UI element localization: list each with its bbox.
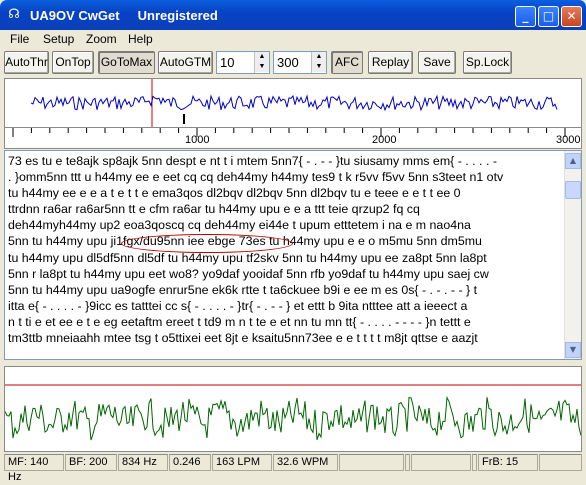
window-title: UA9OV CwGet Unregistered [30,8,218,23]
autothr-button[interactable]: AutoThr [4,51,49,74]
status-empty-2 [405,454,410,471]
spin-up-icon[interactable]: ▲ [255,52,269,62]
replay-button[interactable]: Replay [368,51,413,74]
threshold-value[interactable]: 10 [220,55,234,70]
status-freq: 834 Hz [118,454,168,471]
scroll-down-icon[interactable]: ▼ [565,342,581,358]
menu-file[interactable]: File [10,32,29,46]
spectrum-trace [30,94,558,112]
app-icon[interactable]: ☊ [6,7,22,23]
ruler-label-2000: 2000 [372,134,397,146]
vertical-scrollbar[interactable]: ▲ ▼ [564,151,581,359]
menu-setup[interactable]: Setup [43,32,74,46]
decoded-text-area[interactable]: 73 es tu e te8ajk sp8ajk 5nn despt e nt … [4,150,582,360]
status-level: 0.246 [169,454,211,471]
status-empty-1 [339,454,404,471]
ontop-button[interactable]: OnTop [52,51,94,74]
status-frb: FrB: 15 [478,454,538,471]
frequency-ruler: 1000 2000 3000 [4,128,582,149]
threshold-spinner[interactable]: 10 ▲ ▼ [216,51,270,74]
decoded-line: deh44myh44my up2 eoa3qoscq cq deh44my ei… [8,218,471,233]
status-wpm: 32.6 WPM [273,454,338,471]
toolbar: AutoThr OnTop GoToMax AutoGTM 10 ▲ ▼ 300 … [3,49,583,76]
highlight-circle [121,234,293,253]
status-mf: MF: 140 Hz [4,454,64,483]
maximize-button[interactable]: □ [538,6,559,27]
decoded-line: 5nn r la8pt tu h44my upu eet wo8? yo9daf… [8,266,489,281]
status-empty-3 [411,454,471,471]
save-button[interactable]: Save [418,51,456,74]
decoded-line: tu h44my ee e e a t e t t e ema3qos dl2b… [8,186,461,201]
decoded-line: tm3ttb mneiaahh mtee tsg t o5ttixei eet … [8,331,478,346]
signal-marker [183,114,185,124]
decoded-line: 5nn tu h44my upu ua9ogfe enrur5ne ek6k r… [8,282,478,297]
menu-bar: File Setup Zoom Help [3,30,583,49]
ruler-label-1000: 1000 [185,134,210,146]
spectrum-display[interactable] [4,78,582,128]
status-empty-5 [539,454,582,471]
decoded-line: ttrdnn ra6ar ra6ar5nn tt e cfm ra6ar tu … [8,202,420,217]
scroll-up-icon[interactable]: ▲ [565,153,581,169]
ruler-label-3000: 3000 [556,134,581,146]
gotomax-button[interactable]: GoToMax [98,51,155,74]
decoded-line: . }omm5nn ttt u h44my ee e eet cq cq deh… [8,170,504,185]
minimize-button[interactable]: _ [515,6,536,27]
title-bar[interactable]: ☊ UA9OV CwGet Unregistered _ □ ✕ [0,0,586,30]
afc-button[interactable]: AFC [331,51,363,74]
decoded-line: n t ti e et ee e t e eg eetaftm ereet t … [8,314,471,329]
signal-scope [4,366,582,452]
status-bf: BF: 200 [65,454,117,471]
spin-down-icon[interactable]: ▼ [255,62,269,72]
autogtm-button[interactable]: AutoGTM [158,51,213,74]
menu-help[interactable]: Help [128,32,153,46]
speed-spinner[interactable]: 300 ▲ ▼ [273,51,327,74]
decoded-line: itta e{ - . . . . - }9icc es tatttei cc … [8,298,468,313]
status-bar: MF: 140 Hz BF: 200 834 Hz 0.246 163 LPM … [3,454,583,483]
splock-button[interactable]: Sp.Lock [463,51,512,74]
menu-zoom[interactable]: Zoom [86,32,117,46]
scope-trace [5,395,581,441]
speed-value[interactable]: 300 [277,55,299,70]
status-lpm: 163 LPM [212,454,272,471]
scroll-thumb[interactable] [565,181,581,199]
status-empty-4 [472,454,477,471]
decoded-line: tu h44my upu dl5df5nn dl5df tu h44my upu… [8,250,487,265]
spin-up-icon[interactable]: ▲ [312,52,326,62]
decoded-text[interactable]: 73 es tu e te8ajk sp8ajk 5nn despt e nt … [8,153,563,359]
close-button[interactable]: ✕ [561,6,582,27]
decoded-line: 73 es tu e te8ajk sp8ajk 5nn despt e nt … [8,154,497,168]
spin-down-icon[interactable]: ▼ [312,62,326,72]
